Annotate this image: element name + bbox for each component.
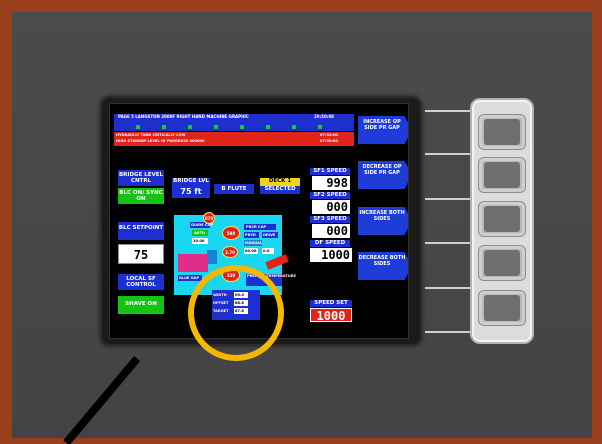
status-indicator: [292, 125, 296, 129]
roll-segment: [207, 250, 217, 264]
header-bar: PAGE 5 LANGSTON 2000F RIGHT HAND MACHINE…: [114, 114, 354, 124]
page-title: PAGE 5 LANGSTON 2000F RIGHT HAND MACHINE…: [118, 114, 249, 119]
bridge-lvl-label: BRIDGE LVL: [172, 178, 210, 186]
drive-label: DRIVE: [263, 233, 276, 237]
gauge-top[interactable]: 070: [203, 212, 215, 224]
press-cap-label: PRCR CAP: [246, 225, 267, 229]
bezel-line: [425, 110, 473, 112]
bezel-line: [425, 331, 473, 333]
bridge-level-control-title: BRIDGE LEVEL CNTRL: [118, 170, 164, 186]
deck-selected: SELECTED: [260, 186, 300, 194]
glue-pressure-indicator[interactable]: 588: [222, 226, 240, 240]
bezel-line: [425, 153, 473, 155]
red-c-indicator[interactable]: 2.70: [222, 246, 238, 258]
bridge-lvl-value[interactable]: 75 ft: [172, 186, 210, 198]
status-indicator: [266, 125, 270, 129]
status-indicator: [188, 125, 192, 129]
speed-value-2: 0.0: [263, 249, 270, 253]
speed-value-1: 00.00: [245, 249, 257, 253]
speed-set-value[interactable]: 1000: [310, 308, 352, 323]
alarm-line-1: HYDRAULIC TANK CRITICALLY LOW: [116, 133, 186, 137]
bezel-line: [425, 198, 473, 200]
auto-value: 10.00: [193, 239, 205, 243]
bezel-line: [425, 242, 473, 244]
sf2-speed-value: 000: [312, 200, 350, 214]
sf2-speed-label: SF2 SPEED: [310, 192, 350, 199]
bezel-line: [425, 287, 473, 289]
status-indicator: [318, 125, 322, 129]
prcr-label: PRCR: [245, 233, 256, 237]
blc-setpoint-title: BLC SETPOINT: [118, 222, 164, 240]
alarm-time-1: 07:52:00: [320, 133, 338, 137]
sf1-speed-label: SF1 SPEED: [310, 168, 350, 175]
soft-key-1[interactable]: [478, 114, 526, 150]
status-indicator: [162, 125, 166, 129]
increase-both-sides-button[interactable]: INCREASE BOTH SIDES: [358, 207, 408, 235]
soft-key-3[interactable]: [478, 201, 526, 237]
speed-set-label: SPEED SET: [310, 300, 352, 307]
alarm-line-2: HIGH STANDBY LEVEL IN PROGRESS 000000: [116, 139, 205, 143]
alarm-time-2: 07:50:00: [320, 139, 338, 143]
soft-key-2[interactable]: [478, 157, 526, 193]
alarm-bar[interactable]: HYDRAULIC TANK CRITICALLY LOW 07:52:00 H…: [114, 132, 354, 146]
sf1-speed-value: 998: [312, 176, 350, 190]
df-speed-value: 1000: [310, 248, 352, 262]
glue-roll: [178, 254, 208, 272]
sf3-speed-label: SF3 SPEED: [310, 216, 350, 223]
blc-sync-button[interactable]: BLC ON/ SYNC ON: [118, 188, 164, 204]
soft-key-5[interactable]: [478, 290, 526, 326]
increase-op-side-gap-button[interactable]: INCREASE OP SIDE PR GAP: [358, 116, 408, 144]
deck-label[interactable]: DECK 1: [260, 178, 300, 186]
header-time: 20:50:08: [314, 114, 334, 119]
manual-label: MANUAL: [245, 241, 263, 245]
glue-gap-label: GLUE GAP: [179, 276, 200, 280]
status-indicator: [214, 125, 218, 129]
local-sf-control-title: LOCAL SF CONTROL: [118, 274, 164, 290]
soft-key-panel: [470, 98, 534, 344]
status-indicator: [240, 125, 244, 129]
status-indicator: [136, 125, 140, 129]
flute-selector[interactable]: B FLUTE: [214, 184, 254, 194]
sf3-speed-value: 000: [312, 224, 350, 238]
shave-on-button[interactable]: SHAVE ON: [118, 296, 164, 314]
decrease-op-side-gap-button[interactable]: DECREASE OP SIDE PR GAP: [358, 161, 408, 189]
decrease-both-sides-button[interactable]: DECREASE BOTH SIDES: [358, 252, 408, 280]
df-speed-label: DF SPEED: [310, 240, 350, 247]
highlight-circle: [188, 265, 284, 361]
blc-setpoint-value[interactable]: 75: [118, 244, 164, 264]
status-row: [114, 124, 354, 131]
soft-key-4[interactable]: [478, 245, 526, 281]
auto-label: AUTO: [194, 231, 206, 235]
